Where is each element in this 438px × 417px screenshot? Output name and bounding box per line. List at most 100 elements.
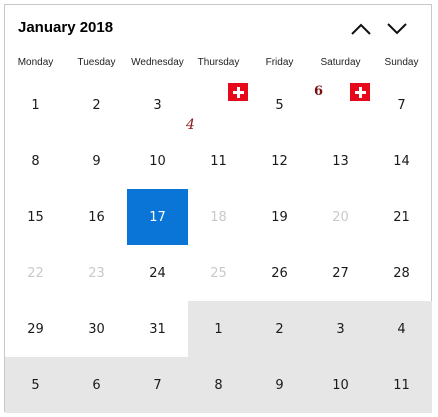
day-number: 26 [271,265,288,281]
day-number: 10 [149,153,166,169]
day-number: 24 [149,265,166,281]
day-number: 6 [92,377,101,393]
day-cell[interactable]: 5 [5,357,66,413]
day-cell[interactable]: 16 [66,189,127,245]
day-number: 7 [397,97,406,113]
day-cell[interactable]: 12 [249,133,310,189]
day-cell[interactable]: 9 [66,133,127,189]
day-number: 31 [149,321,166,337]
day-cell[interactable]: 11 [371,357,432,413]
day-cell[interactable]: 10 [310,357,371,413]
swiss-flag-icon [350,83,370,101]
day-cell[interactable]: 3 [127,77,188,133]
day-cell[interactable]: 5 [249,77,310,133]
day-cell[interactable]: 21 [371,189,432,245]
day-number: 20 [332,209,349,225]
day-cell[interactable]: 26 [249,245,310,301]
thursday-annotation: 4 [186,117,195,133]
calendar-header: January 2018 [5,5,431,53]
day-cell[interactable]: 1 [5,77,66,133]
day-cell[interactable]: 25 [188,245,249,301]
day-number: 3 [336,321,345,337]
day-number: 1 [31,97,40,113]
day-grid: 1 2 3 4 5 6 7 8 9 10 11 12 13 14 15 16 17 18 19 20 21 22 23 24 2… [5,77,432,413]
day-cell[interactable]: 18 [188,189,249,245]
day-number: 12 [271,153,288,169]
day-number: 29 [27,321,44,337]
day-cell[interactable]: 8 [5,133,66,189]
day-cell[interactable]: 7 [371,77,432,133]
swiss-flag-icon [228,83,248,101]
chevron-down-icon [387,23,407,35]
day-cell[interactable]: 22 [5,245,66,301]
day-number: 1 [214,321,223,337]
day-cell[interactable]: 3 [310,301,371,357]
day-cell[interactable]: 8 [188,357,249,413]
day-cell[interactable]: 14 [371,133,432,189]
day-number: 8 [214,377,223,393]
day-number: 11 [393,377,410,393]
day-cell[interactable]: 20 [310,189,371,245]
day-cell[interactable]: 2 [249,301,310,357]
day-cell[interactable]: 11 [188,133,249,189]
day-number: 9 [275,377,284,393]
day-number: 19 [271,209,288,225]
day-number: 7 [153,377,162,393]
saturday-annotation: 6 [314,84,324,99]
day-cell[interactable]: 17 [127,189,188,245]
day-number: 22 [27,265,44,281]
day-cell[interactable]: 15 [5,189,66,245]
day-cell[interactable]: 31 [127,301,188,357]
day-cell[interactable]: 24 [127,245,188,301]
day-cell[interactable]: 28 [371,245,432,301]
day-cell[interactable]: 10 [127,133,188,189]
day-cell[interactable]: 6 [66,357,127,413]
day-cell[interactable]: 27 [310,245,371,301]
day-number: 16 [88,209,105,225]
next-month-button[interactable] [383,17,411,41]
day-number: 5 [31,377,40,393]
day-cell[interactable]: 30 [66,301,127,357]
day-cell[interactable]: 4 [371,301,432,357]
day-number: 2 [92,97,101,113]
weekday-label: Thursday [197,57,240,68]
weekday-label: Friday [265,57,294,68]
day-number: 28 [393,265,410,281]
day-number: 11 [210,153,227,169]
day-cell[interactable]: 9 [249,357,310,413]
day-number: 14 [393,153,410,169]
weekday-header-row: Monday Tuesday Wednesday Thursday Friday Satu… [5,57,431,73]
day-cell[interactable]: 2 [66,77,127,133]
day-number: 4 [397,321,406,337]
day-number: 13 [332,153,349,169]
month-title[interactable]: January 2018 [18,19,113,36]
day-cell[interactable]: 23 [66,245,127,301]
day-number: 15 [27,209,44,225]
day-cell[interactable]: 1 [188,301,249,357]
day-number: 10 [332,377,349,393]
day-number: 23 [88,265,105,281]
day-cell[interactable]: 13 [310,133,371,189]
day-number: 30 [88,321,105,337]
day-number: 17 [149,209,166,225]
weekday-label: Saturday [320,57,361,68]
day-number: 5 [275,97,284,113]
weekday-label: Tuesday [77,57,116,68]
day-number: 27 [332,265,349,281]
day-number: 2 [275,321,284,337]
day-cell[interactable]: 4 [186,77,249,133]
day-cell[interactable]: 6 [310,77,371,133]
previous-month-button[interactable] [347,17,375,41]
day-number: 18 [210,209,227,225]
day-number: 8 [31,153,40,169]
chevron-up-icon [351,23,371,35]
day-number: 25 [210,265,227,281]
day-number: 3 [153,97,162,113]
weekday-label: Monday [17,57,54,68]
day-cell[interactable]: 7 [127,357,188,413]
day-number: 9 [92,153,101,169]
calendar-view: January 2018 Monday Tuesday Wednesday Thurs… [4,4,432,413]
day-cell[interactable]: 29 [5,301,66,357]
day-number: 21 [393,209,410,225]
day-cell[interactable]: 19 [249,189,310,245]
